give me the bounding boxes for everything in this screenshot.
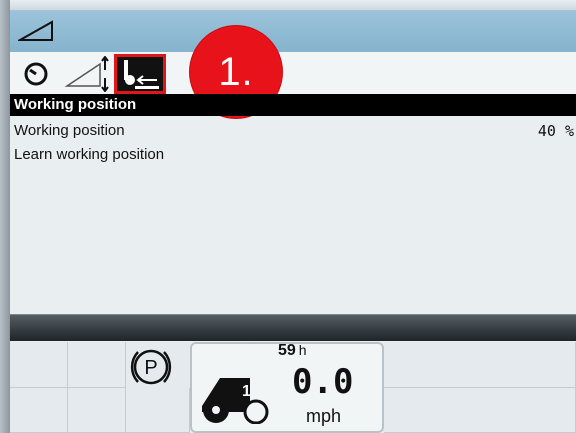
gauge-icon[interactable] bbox=[22, 60, 50, 91]
list-item-label: Working position bbox=[14, 122, 125, 139]
grid-cell bbox=[384, 342, 576, 388]
working-position-value: 40 % bbox=[537, 122, 574, 140]
slope-adjust-icon[interactable] bbox=[64, 55, 110, 97]
operating-hours: 59 h bbox=[278, 342, 307, 360]
list-item-label: Learn working position bbox=[14, 146, 165, 163]
main-screen: 1. Working position Working position 40 … bbox=[10, 26, 576, 342]
hours-unit: h bbox=[298, 342, 307, 358]
svg-text:P: P bbox=[144, 357, 157, 379]
display-frame-left bbox=[0, 0, 10, 433]
step-callout-label: 1. bbox=[218, 49, 254, 94]
grid-cell bbox=[68, 342, 126, 388]
section-header: Working position bbox=[10, 94, 576, 116]
grid-cell bbox=[68, 388, 126, 433]
hours-value: 59 bbox=[278, 342, 296, 359]
speed-unit: mph bbox=[306, 406, 342, 426]
bottom-scrollbar[interactable] bbox=[10, 314, 576, 341]
slope-icon bbox=[18, 20, 53, 41]
working-position-icon bbox=[124, 60, 159, 89]
speed-value: 0.0 bbox=[292, 362, 354, 402]
parking-brake-icon: P bbox=[128, 344, 174, 390]
tab-bar: 1. bbox=[10, 26, 576, 118]
list-item-working-position[interactable]: Working position 40 % bbox=[14, 120, 574, 142]
grid-cell bbox=[10, 388, 68, 433]
list-item-learn-working-position[interactable]: Learn working position bbox=[14, 144, 570, 166]
tab-working-position[interactable] bbox=[114, 54, 166, 94]
grid-cell bbox=[126, 388, 190, 433]
grid-cell bbox=[384, 388, 576, 433]
tractor-gear-icon: 1 bbox=[198, 372, 270, 429]
grid-cell bbox=[10, 342, 68, 388]
display-frame-top bbox=[0, 0, 576, 10]
top-status-bar bbox=[10, 10, 576, 52]
svg-text:1: 1 bbox=[242, 383, 251, 400]
